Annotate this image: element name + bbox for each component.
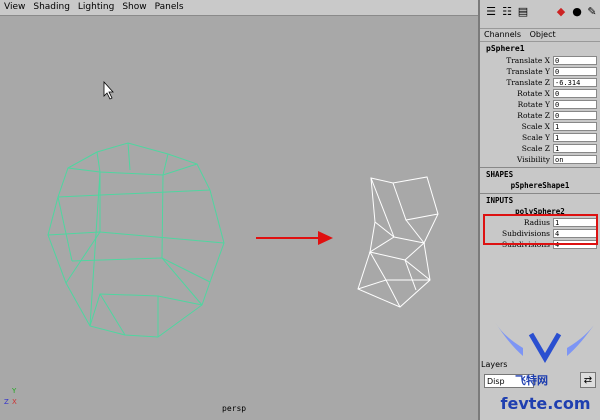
attribute-row[interactable]: Rotate X0 — [480, 88, 600, 99]
attribute-value-field[interactable]: 0 — [553, 111, 597, 120]
attribute-label: Rotate Z — [517, 111, 550, 120]
attribute-label: Rotate Y — [517, 100, 550, 109]
red-arrow-icon — [256, 231, 333, 245]
viewport-panel[interactable]: View Shading Lighting Show Panels Y Z X … — [0, 0, 478, 420]
viewport-menu-bar: View Shading Lighting Show Panels — [0, 0, 478, 16]
scene-canvas[interactable] — [0, 16, 478, 420]
channel-tabs: Channels Object — [480, 29, 600, 42]
layout-icon-1[interactable]: ☰ — [484, 5, 498, 19]
object-name[interactable]: pSphere1 — [480, 42, 600, 55]
attribute-row[interactable]: Visibility on — [480, 154, 600, 165]
axis-x-label: X — [12, 398, 17, 406]
shapes-header: SHAPES — [486, 170, 514, 179]
attribute-row[interactable]: Translate Z -6.314 — [480, 77, 600, 88]
attribute-value-field[interactable]: 0 — [553, 100, 597, 109]
shape-name[interactable]: pSphereShape1 — [480, 180, 600, 191]
tab-object[interactable]: Object — [530, 30, 556, 39]
attribute-value-field[interactable]: 0 — [553, 67, 597, 76]
attribute-value-field[interactable]: 1 — [553, 122, 597, 131]
attribute-row[interactable]: Rotate Z0 — [480, 110, 600, 121]
attribute-label: Scale Z — [521, 144, 550, 153]
attribute-value-field[interactable]: 1 — [553, 133, 597, 142]
subdivisions-highlight-box — [483, 214, 598, 245]
layout-icon-3[interactable]: ▤ — [516, 5, 530, 19]
color-tool-icon[interactable]: ◆ — [554, 5, 568, 19]
menu-view[interactable]: View — [0, 0, 29, 15]
attribute-value-field[interactable]: 1 — [553, 144, 597, 153]
sphere-tool-icon[interactable]: ● — [570, 5, 584, 19]
attribute-label: Translate X — [506, 56, 550, 65]
axis-y-label: Y — [12, 387, 17, 395]
attribute-row[interactable]: Translate Y0 — [480, 66, 600, 77]
attribute-label: Translate Y — [506, 67, 550, 76]
menu-show[interactable]: Show — [118, 0, 150, 15]
attribute-value-field[interactable]: 0 — [553, 56, 597, 65]
attribute-label: Visibility — [516, 155, 550, 164]
attribute-value-field[interactable]: 0 — [553, 89, 597, 98]
menu-panels[interactable]: Panels — [151, 0, 188, 15]
camera-label: persp — [222, 404, 247, 413]
layout-icon-2[interactable]: ☷ — [500, 5, 514, 19]
sphere-wireframe-original — [47, 142, 225, 338]
attribute-label: Scale X — [521, 122, 550, 131]
axis-z-label: Z — [4, 398, 9, 406]
inputs-header: INPUTS — [486, 196, 514, 205]
attribute-label: Scale Y — [522, 133, 550, 142]
watermark-url-text: fevte.com — [500, 394, 591, 413]
attribute-row[interactable]: Translate X0 — [480, 55, 600, 66]
attribute-row[interactable]: Scale X1 — [480, 121, 600, 132]
attribute-label: Rotate X — [517, 89, 550, 98]
watermark-cn-text: 飞特网 — [515, 374, 548, 387]
attribute-label: Translate Z — [506, 78, 550, 87]
pen-tool-icon[interactable]: ✎ — [585, 5, 599, 19]
mouse-cursor-icon — [103, 80, 114, 100]
attribute-row[interactable]: Scale Y1 — [480, 132, 600, 143]
menu-shading[interactable]: Shading — [29, 0, 74, 15]
section-divider — [480, 193, 600, 194]
menu-lighting[interactable]: Lighting — [74, 0, 118, 15]
attribute-value-field[interactable]: on — [553, 155, 597, 164]
attribute-row[interactable]: Scale Z1 — [480, 143, 600, 154]
sphere-wireframe-result — [357, 176, 439, 308]
tab-channels[interactable]: Channels — [484, 30, 521, 39]
attribute-value-field[interactable]: -6.314 — [553, 78, 597, 87]
panel-toolbar: ☰ ☷ ▤ ◆ ● ✎ — [480, 0, 600, 29]
section-divider — [480, 167, 600, 168]
attribute-row[interactable]: Rotate Y0 — [480, 99, 600, 110]
attribute-list: Translate X 0 Translate Y 0 Translate Z -6.31… — [480, 55, 600, 165]
